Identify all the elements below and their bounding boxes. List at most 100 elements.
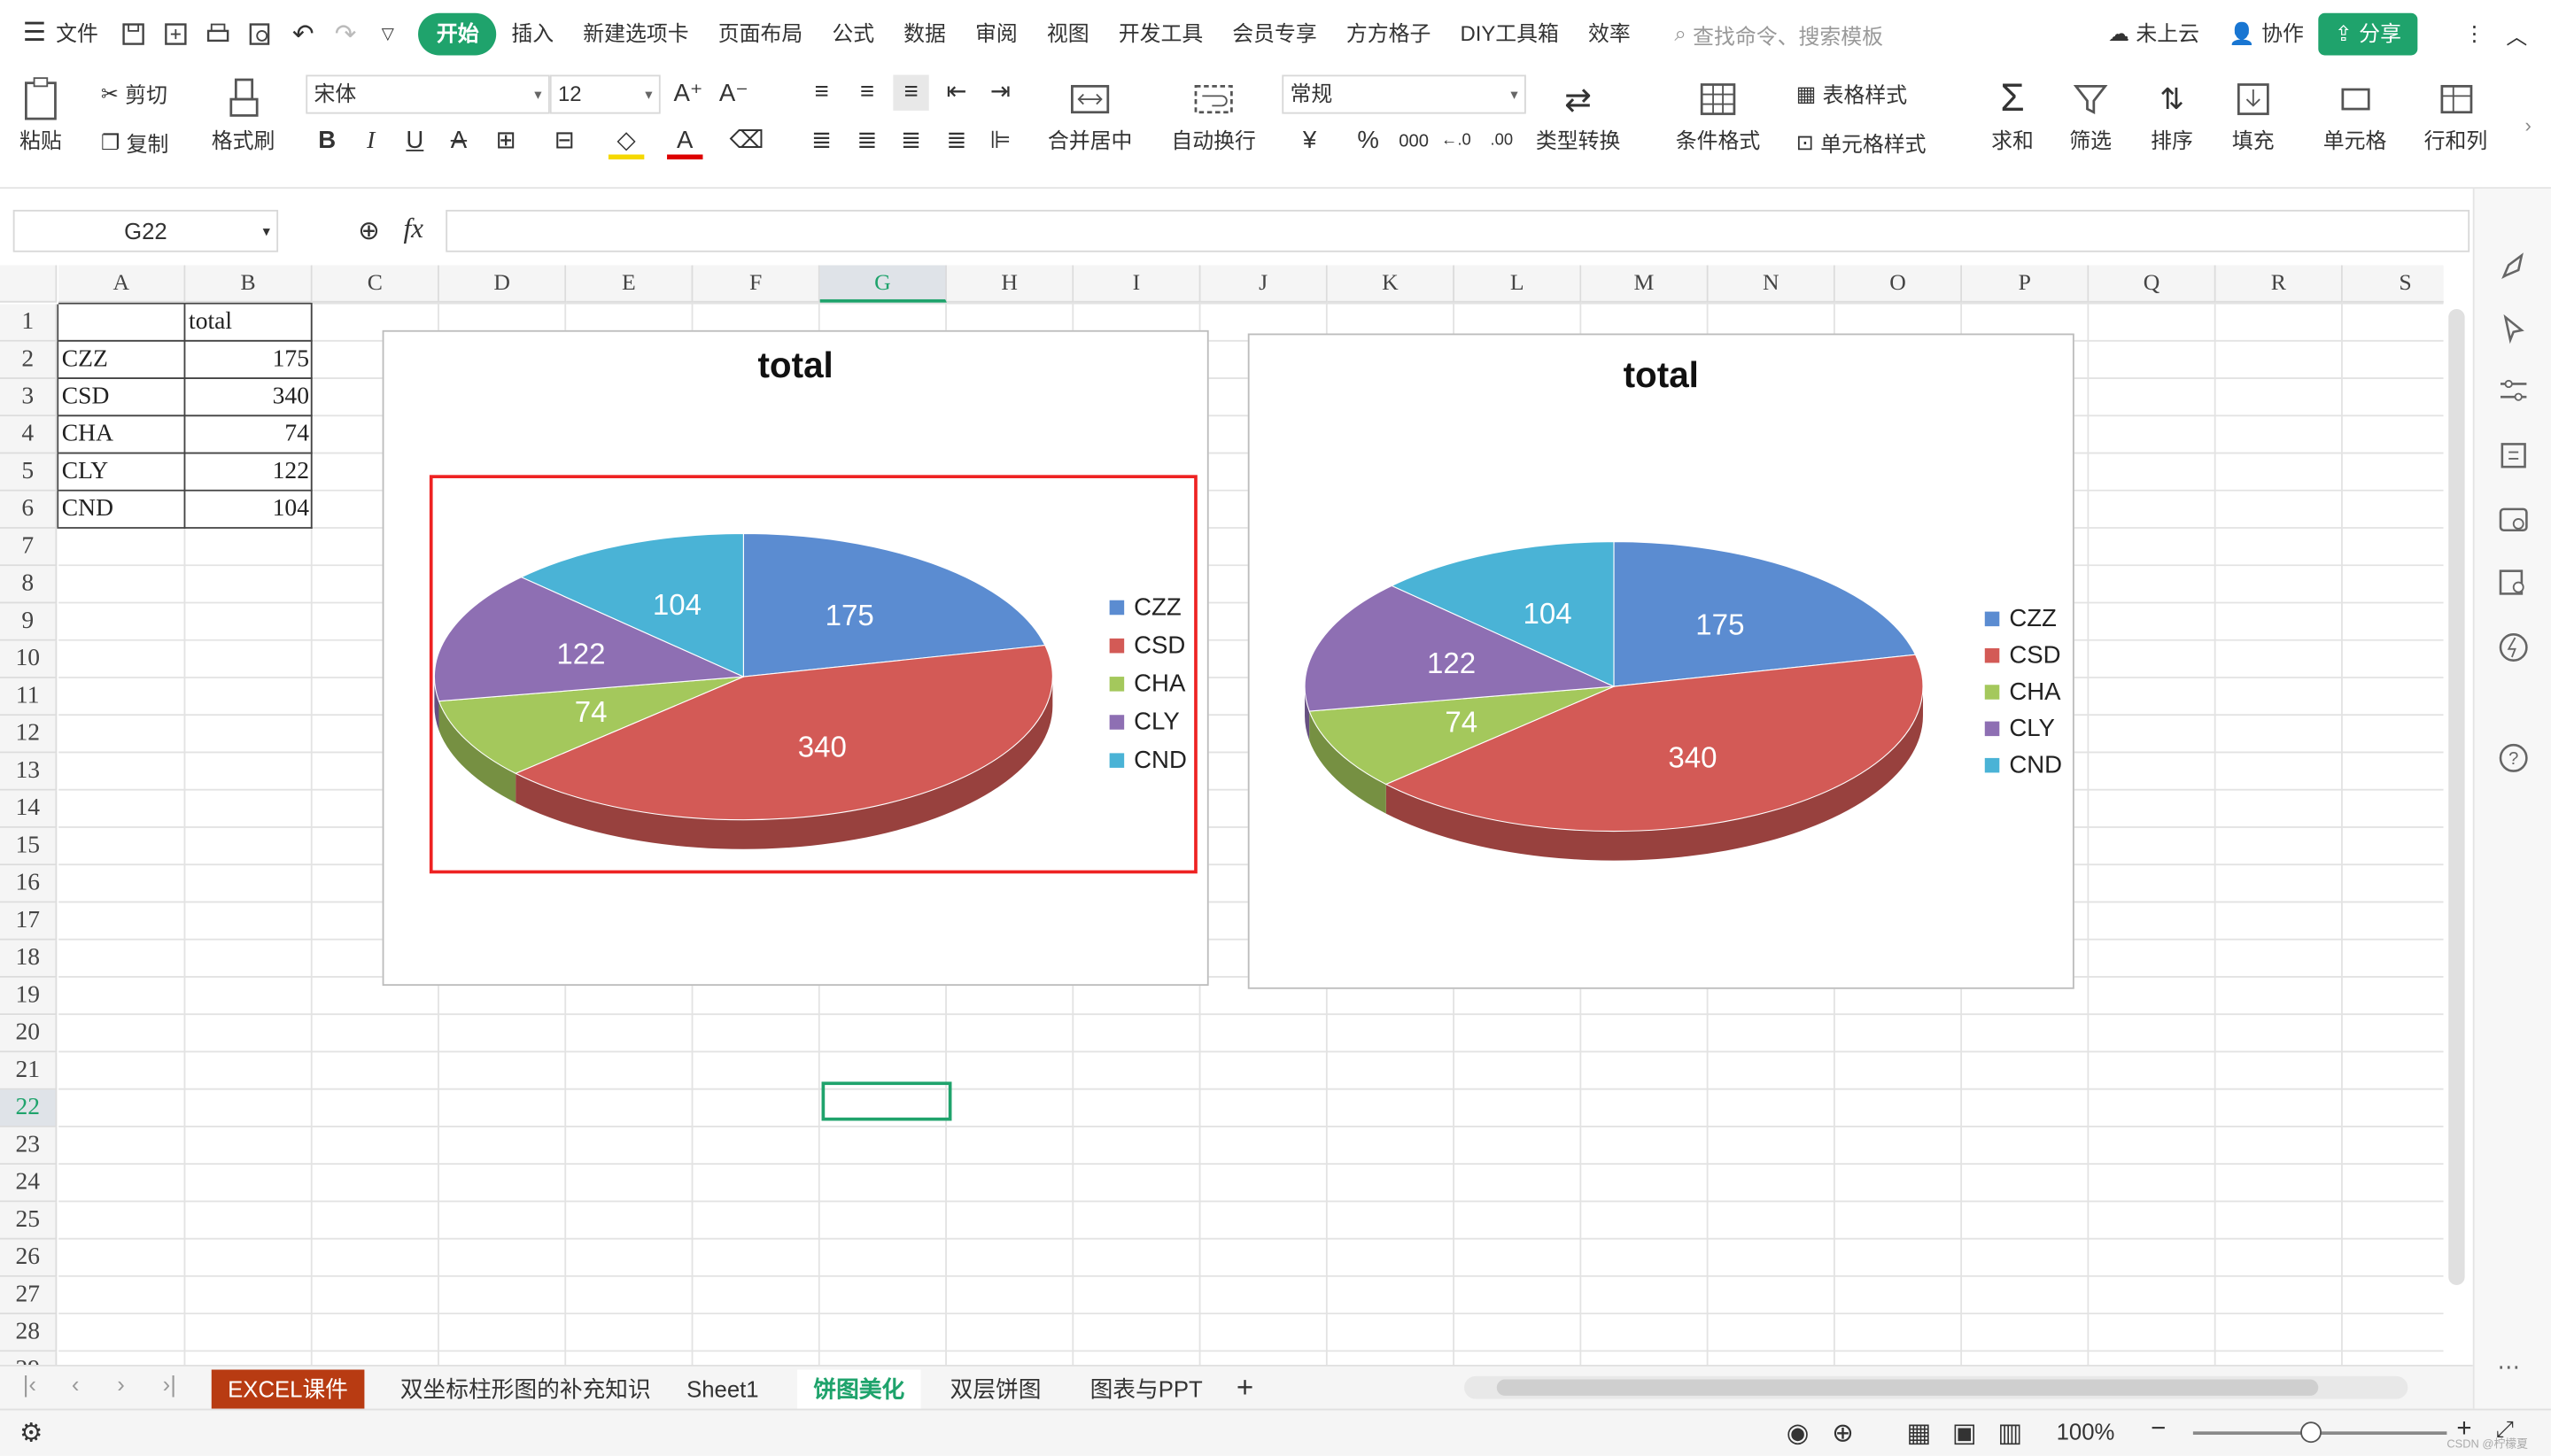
type-convert-button[interactable]: ⇄ 类型转换: [1536, 74, 1621, 154]
name-box[interactable]: G22 ▾: [12, 209, 279, 252]
zoom-slider[interactable]: [2192, 1421, 2447, 1444]
align-middle-icon[interactable]: ≡: [849, 74, 885, 110]
sheet-tab-dual-axis[interactable]: 双坐标柱形图的补充知识: [384, 1370, 667, 1409]
prev-sheet-icon[interactable]: ‹: [72, 1371, 80, 1397]
table-style-button[interactable]: ▦ 表格样式: [1796, 78, 1907, 109]
fill-color-icon[interactable]: ◇: [608, 124, 645, 159]
zoom-out-icon[interactable]: −: [2151, 1415, 2166, 1444]
column-header-c[interactable]: C: [312, 265, 439, 303]
row-header-12[interactable]: 12: [0, 716, 58, 754]
zoom-slider-handle[interactable]: [2300, 1421, 2322, 1444]
sort-button[interactable]: ⇅ 排序: [2147, 74, 2196, 154]
outdent-icon[interactable]: ⇤: [939, 74, 974, 110]
column-header-d[interactable]: D: [438, 265, 567, 303]
row-header-26[interactable]: 26: [0, 1239, 58, 1277]
cell-style-button[interactable]: ⊡ 单元格样式: [1796, 127, 1927, 158]
horizontal-scroll-thumb[interactable]: [1496, 1379, 2319, 1396]
horizontal-scrollbar[interactable]: [1464, 1375, 2408, 1399]
cloud-status[interactable]: ☁ 未上云: [2094, 13, 2214, 56]
row-header-10[interactable]: 10: [0, 640, 58, 678]
file-menu[interactable]: ☰ 文件: [0, 13, 112, 56]
italic-icon[interactable]: I: [353, 124, 389, 159]
thousands-icon[interactable]: 000: [1396, 124, 1431, 159]
align-right-icon[interactable]: ≣: [893, 124, 928, 159]
fx-icon[interactable]: fx: [404, 213, 424, 246]
cursor-icon[interactable]: [2497, 313, 2530, 345]
spreadsheet-grid[interactable]: ABCDEFGHIJKLMNOPQRS 1 2 3 4 5 6 7 8 9 10 11 12 13 14 1…: [0, 265, 2444, 1365]
cell-a4[interactable]: CHA: [58, 416, 185, 453]
tab-review[interactable]: 审阅: [960, 13, 1032, 56]
row-header-1[interactable]: 1: [0, 304, 58, 342]
row-header-11[interactable]: 11: [0, 678, 58, 716]
row-header-24[interactable]: 24: [0, 1165, 58, 1203]
row-header-16[interactable]: 16: [0, 865, 58, 903]
row-header-18[interactable]: 18: [0, 940, 58, 978]
sheet-tab-chart-ppt[interactable]: 图表与PPT: [1074, 1370, 1219, 1409]
row-header-7[interactable]: 7: [0, 528, 58, 567]
add-sheet-icon[interactable]: +: [1221, 1370, 1270, 1409]
row-header-14[interactable]: 14: [0, 790, 58, 828]
page-break-view-icon[interactable]: ▥: [1997, 1417, 2022, 1450]
print-icon[interactable]: [201, 16, 236, 51]
row-header-6[interactable]: 6: [0, 491, 58, 529]
column-header-g[interactable]: G: [819, 265, 947, 303]
redo-icon[interactable]: ↷: [328, 16, 363, 51]
format-painter-button[interactable]: 格式刷: [212, 74, 275, 154]
formula-input[interactable]: [446, 209, 2470, 252]
cut-button[interactable]: ✂ 剪切: [101, 78, 167, 109]
print-preview-icon[interactable]: [243, 16, 278, 51]
row-header-4[interactable]: 4: [0, 416, 58, 454]
align-left-icon[interactable]: ≣: [803, 124, 839, 159]
column-header-a[interactable]: A: [58, 265, 186, 303]
eye-icon[interactable]: ◉: [1787, 1417, 1810, 1450]
row-header-23[interactable]: 23: [0, 1127, 58, 1166]
column-header-i[interactable]: I: [1074, 265, 1201, 303]
underline-icon[interactable]: U: [397, 124, 432, 159]
normal-view-icon[interactable]: ▦: [1907, 1417, 1932, 1450]
column-header-r[interactable]: R: [2215, 265, 2343, 303]
row-header-22[interactable]: 22: [0, 1089, 58, 1127]
row-header-3[interactable]: 3: [0, 378, 58, 417]
sheet-tab-excel-course[interactable]: EXCEL课件: [211, 1369, 365, 1409]
lightning-icon[interactable]: [2497, 631, 2530, 664]
copy-button[interactable]: ❐ 复制: [101, 127, 169, 158]
column-header-p[interactable]: P: [1962, 265, 2090, 303]
collapse-ribbon-icon[interactable]: ︿: [2499, 16, 2534, 51]
decrease-decimal-icon[interactable]: .00: [1484, 124, 1519, 159]
tab-data[interactable]: 数据: [889, 13, 961, 56]
row-header-29[interactable]: 29: [0, 1351, 58, 1365]
macro-icon[interactable]: ⚙: [19, 1417, 43, 1450]
bold-icon[interactable]: B: [309, 124, 345, 159]
row-header-2[interactable]: 2: [0, 341, 58, 379]
row-col-button[interactable]: 行和列: [2424, 74, 2487, 154]
sheet-tab-pie-beautify[interactable]: 饼图美化: [796, 1369, 921, 1409]
align-bottom-icon[interactable]: ≡: [893, 74, 929, 111]
protect-icon[interactable]: ⊕: [1832, 1417, 1854, 1450]
row-header-21[interactable]: 21: [0, 1052, 58, 1090]
column-header-j[interactable]: J: [1200, 265, 1328, 303]
last-sheet-icon[interactable]: ›|: [163, 1371, 176, 1397]
export-icon[interactable]: [159, 16, 194, 51]
column-header-e[interactable]: E: [566, 265, 694, 303]
tab-diy[interactable]: DIY工具箱: [1446, 13, 1573, 56]
font-size-select[interactable]: 12 ▾: [549, 74, 661, 114]
column-header-h[interactable]: H: [946, 265, 1074, 303]
cell-format-icon[interactable]: ⊟: [547, 124, 582, 159]
wrap-text-button[interactable]: 自动换行: [1171, 74, 1256, 154]
eraser-icon[interactable]: ⌫: [729, 124, 764, 159]
row-header-8[interactable]: 8: [0, 566, 58, 604]
column-header-q[interactable]: Q: [2089, 265, 2216, 303]
ribbon-scroll-right-icon[interactable]: ›: [2525, 114, 2532, 137]
column-header-m[interactable]: M: [1581, 265, 1709, 303]
next-sheet-icon[interactable]: ›: [117, 1371, 125, 1397]
row-header-19[interactable]: 19: [0, 977, 58, 1016]
tab-formulas[interactable]: 公式: [818, 13, 889, 56]
paste-button[interactable]: 粘贴: [16, 74, 65, 154]
tab-developer[interactable]: 开发工具: [1104, 13, 1218, 56]
row-header-13[interactable]: 13: [0, 753, 58, 791]
tab-home[interactable]: 开始: [418, 12, 497, 56]
cell-a6[interactable]: CND: [58, 492, 185, 529]
swap-icon[interactable]: [2497, 439, 2530, 472]
active-cell-g22[interactable]: [821, 1081, 952, 1121]
increase-font-icon[interactable]: A⁺: [671, 76, 706, 112]
